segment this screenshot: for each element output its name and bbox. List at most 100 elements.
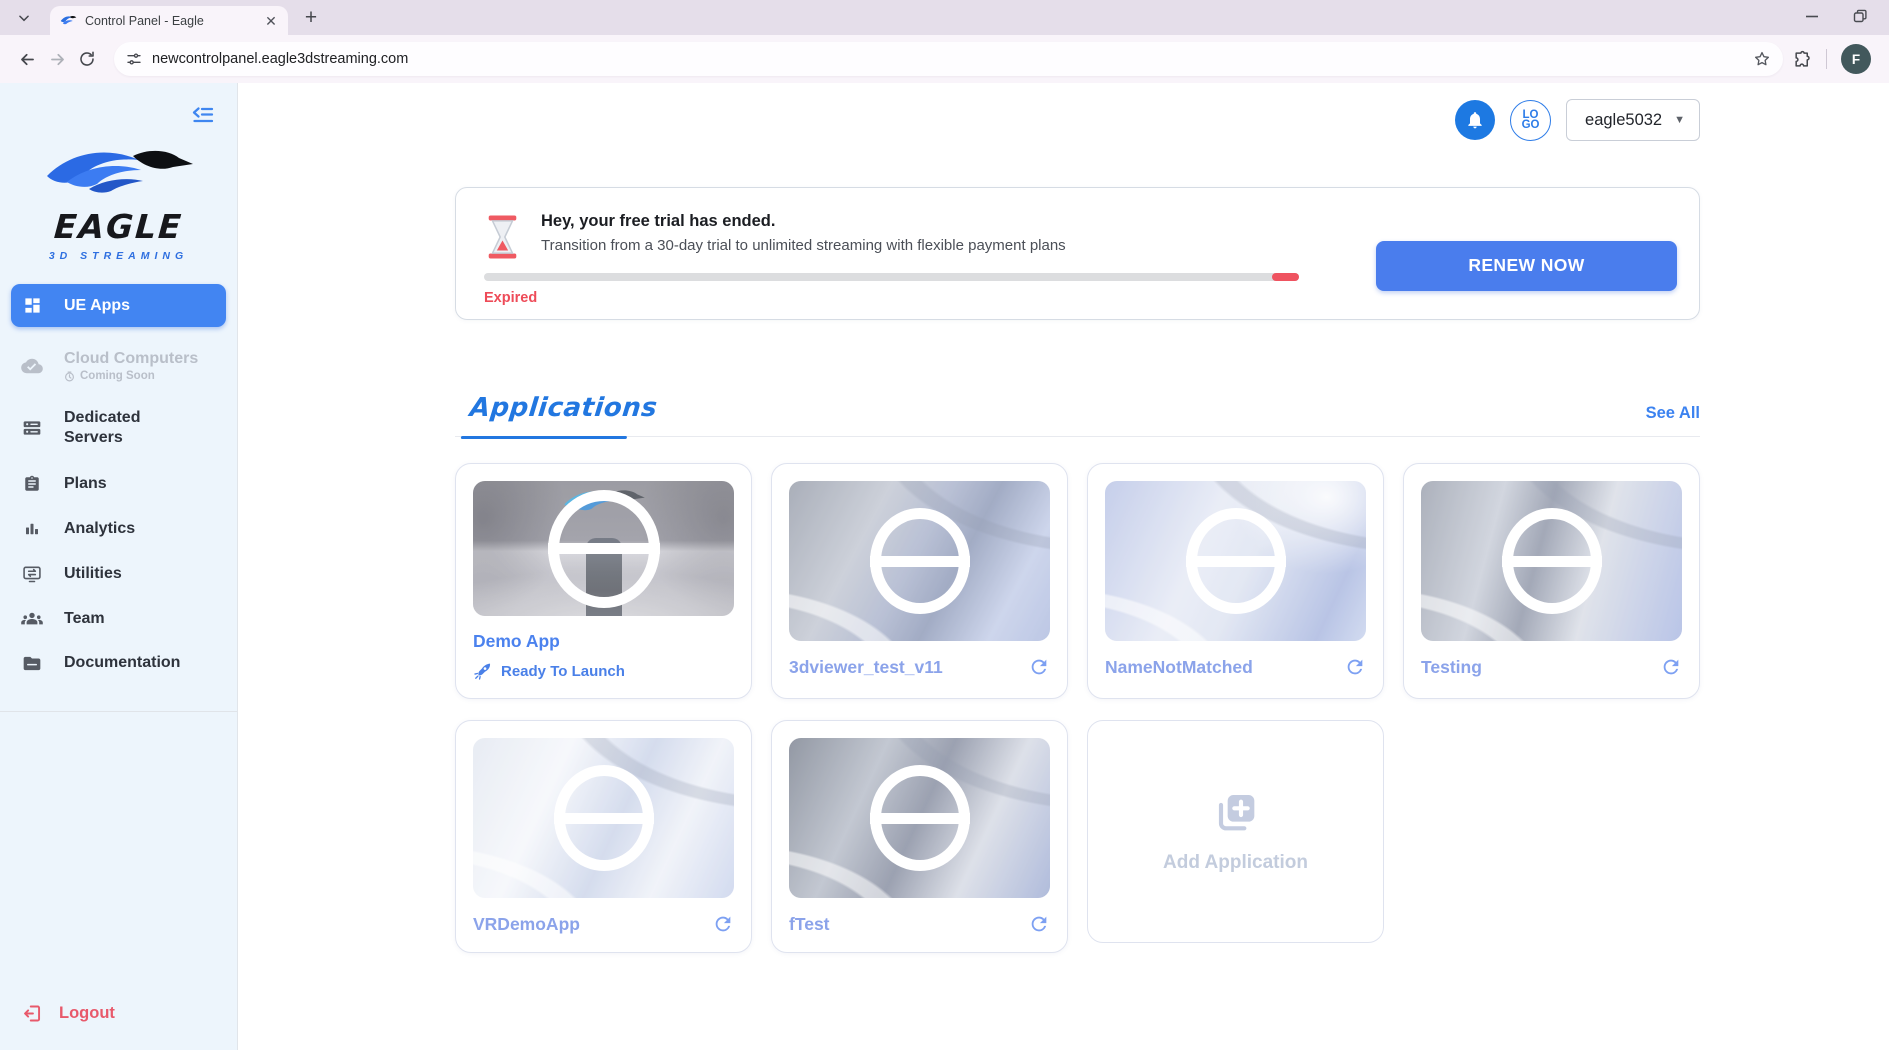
refresh-icon[interactable] xyxy=(1028,656,1050,678)
app-card-namenotmatched[interactable]: NameNotMatched xyxy=(1087,463,1384,699)
clock-icon xyxy=(64,371,75,382)
refresh-page-icon[interactable] xyxy=(72,44,102,74)
app-name: fTest xyxy=(789,914,830,935)
exit-arrow-icon xyxy=(22,1003,43,1024)
tab-title: Control Panel - Eagle xyxy=(85,14,262,28)
see-all-link[interactable]: See All xyxy=(1646,404,1700,423)
cloud-check-icon xyxy=(20,357,44,375)
browser-tab[interactable]: Control Panel - Eagle ✕ xyxy=(50,6,288,35)
sidebar-divider xyxy=(0,711,237,712)
trial-progress-indicator xyxy=(1272,273,1299,281)
sidebar-item-plans[interactable]: Plans xyxy=(0,461,237,507)
sidebar-item-label: Utilities xyxy=(64,565,122,583)
app-thumbnail xyxy=(1105,481,1366,641)
brand-wordmark: EAGLE xyxy=(0,207,238,246)
bookmark-star-icon[interactable] xyxy=(1753,50,1771,68)
notifications-button[interactable] xyxy=(1455,100,1495,140)
minimize-icon[interactable] xyxy=(1805,9,1819,23)
sidebar-item-utilities[interactable]: Utilities xyxy=(0,551,237,597)
character-figure xyxy=(586,538,622,616)
refresh-icon[interactable] xyxy=(712,913,734,935)
trial-progress-bar xyxy=(484,273,1299,281)
refresh-icon[interactable] xyxy=(1344,656,1366,678)
renew-now-button[interactable]: RENEW NOW xyxy=(1376,241,1677,291)
url-text[interactable]: newcontrolpanel.eagle3dstreaming.com xyxy=(152,51,1753,67)
sidebar-item-documentation[interactable]: Documentation xyxy=(0,641,237,685)
brand-tagline: 3D STREAMING xyxy=(0,250,237,262)
refresh-icon[interactable] xyxy=(1660,656,1682,678)
monitor-swap-icon xyxy=(20,564,44,584)
tab-search-chevron-icon[interactable] xyxy=(10,4,38,32)
tab-close-icon[interactable]: ✕ xyxy=(262,12,280,30)
sidebar-item-ue-apps[interactable]: UE Apps xyxy=(11,284,226,327)
logout-button[interactable]: Logout xyxy=(0,1003,237,1050)
app-card-testing[interactable]: Testing xyxy=(1403,463,1700,699)
app-card-3dviewer-test-v11[interactable]: 3dviewer_test_v11 xyxy=(771,463,1068,699)
sidebar-item-dedicated-servers[interactable]: Dedicated Servers xyxy=(0,395,237,461)
app-card-vrdemoapp[interactable]: VRDemoApp xyxy=(455,720,752,953)
trial-banner: Hey, your free trial has ended. Transiti… xyxy=(455,187,1700,320)
url-bar[interactable]: newcontrolpanel.eagle3dstreaming.com xyxy=(114,42,1783,76)
sidebar-item-label: Analytics xyxy=(64,520,135,538)
trial-status-label: Expired xyxy=(484,290,1376,306)
app-card-demo-app[interactable]: Demo App Ready To Launch xyxy=(455,463,752,699)
site-info-icon[interactable] xyxy=(126,51,142,67)
folder-icon xyxy=(20,655,44,672)
extensions-icon[interactable] xyxy=(1793,50,1812,69)
browser-toolbar: newcontrolpanel.eagle3dstreaming.com F xyxy=(0,35,1889,83)
toolbar-divider xyxy=(1826,49,1827,69)
browser-profile-avatar[interactable]: F xyxy=(1841,44,1871,74)
rocket-icon xyxy=(473,662,492,681)
hourglass-icon xyxy=(484,214,521,260)
sidebar-item-label: Team xyxy=(64,610,105,628)
sidebar-item-label: Cloud Computers xyxy=(64,350,198,368)
new-tab-button[interactable]: + xyxy=(298,5,324,31)
app-name: Testing xyxy=(1421,657,1482,678)
sidebar-collapse-icon[interactable] xyxy=(191,105,215,132)
add-square-icon xyxy=(1211,790,1261,840)
bar-chart-icon xyxy=(20,520,44,538)
banner-title: Hey, your free trial has ended. xyxy=(541,212,1066,231)
restore-window-icon[interactable] xyxy=(1853,9,1867,23)
circle-slash-symbol xyxy=(554,765,654,871)
team-icon xyxy=(20,610,44,628)
sidebar-item-label: Plans xyxy=(64,475,107,493)
tab-strip: Control Panel - Eagle ✕ + xyxy=(0,0,1889,35)
eagle-swoosh-logo-icon xyxy=(41,144,197,200)
account-name: eagle5032 xyxy=(1585,111,1662,130)
circle-slash-symbol xyxy=(870,508,970,614)
logo-badge-bottom: GO xyxy=(1522,120,1540,130)
sidebar: EAGLE 3D STREAMING UE Apps Cloud Compute… xyxy=(0,83,238,1050)
sidebar-item-cloud-computers[interactable]: Cloud Computers Coming Soon xyxy=(0,337,237,395)
app-thumbnail xyxy=(789,738,1050,898)
applications-header: Applications See All xyxy=(455,393,1700,437)
sidebar-item-label: Documentation xyxy=(64,654,180,672)
browser-window: Control Panel - Eagle ✕ + newcontrolpane… xyxy=(0,0,1889,1050)
eagle-swoosh-icon xyxy=(60,14,77,28)
circle-slash-symbol xyxy=(1186,508,1286,614)
sidebar-item-label: Dedicated Servers xyxy=(64,408,189,448)
add-application-label: Add Application xyxy=(1163,852,1308,874)
sidebar-item-analytics[interactable]: Analytics xyxy=(0,507,237,551)
main-area: LO GO eagle5032 ▼ xyxy=(238,83,1889,1050)
chevron-down-icon: ▼ xyxy=(1674,114,1685,126)
account-logo-badge[interactable]: LO GO xyxy=(1510,100,1551,141)
circle-slash-symbol xyxy=(548,490,660,608)
logout-label: Logout xyxy=(59,1004,115,1023)
add-application-card[interactable]: Add Application xyxy=(1087,720,1384,943)
app-thumbnail xyxy=(789,481,1050,641)
app-thumbnail xyxy=(473,481,734,616)
forward-icon[interactable] xyxy=(42,44,72,74)
app-name: NameNotMatched xyxy=(1105,657,1253,678)
clipboard-icon xyxy=(20,474,44,494)
account-dropdown[interactable]: eagle5032 ▼ xyxy=(1566,99,1700,141)
eagle-logo: EAGLE 3D STREAMING xyxy=(0,144,237,262)
back-icon[interactable] xyxy=(12,44,42,74)
refresh-icon[interactable] xyxy=(1028,913,1050,935)
sidebar-item-team[interactable]: Team xyxy=(0,597,237,641)
bell-icon xyxy=(1465,110,1485,130)
app-thumbnail xyxy=(473,738,734,898)
app-status: Ready To Launch xyxy=(501,663,625,680)
sidebar-item-label: UE Apps xyxy=(64,297,130,315)
app-card-ftest[interactable]: fTest xyxy=(771,720,1068,953)
